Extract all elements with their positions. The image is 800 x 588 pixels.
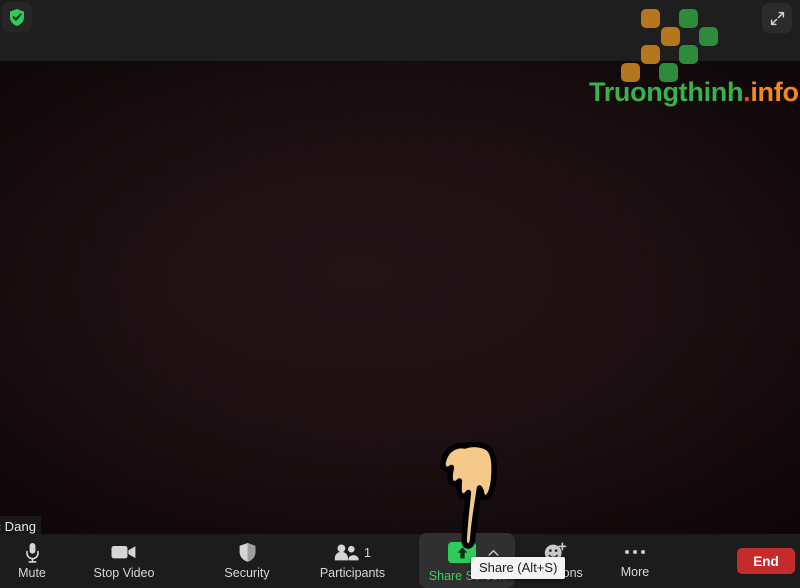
video-stage: uc Dang <box>0 61 800 534</box>
video-camera-icon <box>111 541 137 563</box>
ellipsis-dot <box>641 550 645 554</box>
fullscreen-expand-icon[interactable] <box>762 3 792 33</box>
toolbar-label-more: More <box>620 565 650 579</box>
toolbar-label-mute: Mute <box>18 566 46 580</box>
fullscreen-expand-glyph <box>770 11 784 25</box>
toolbar-item-security[interactable]: Security <box>216 534 278 588</box>
shield-glyph <box>239 542 255 562</box>
microphone-glyph <box>25 542 39 563</box>
shield-check-glyph <box>10 8 24 26</box>
meeting-header-bar <box>0 0 800 61</box>
toolbar-item-stop-video[interactable]: Stop Video <box>89 534 159 588</box>
participant-name-text: uc Dang <box>0 518 37 534</box>
meeting-toolbar: Mute Stop Video Security 1 Participants … <box>0 534 800 588</box>
toolbar-label-security: Security <box>224 566 270 580</box>
ellipsis-icon <box>625 548 645 556</box>
video-vignette <box>0 61 800 534</box>
ellipsis-dot <box>633 550 637 554</box>
share-tooltip: Share (Alt+S) <box>471 557 566 579</box>
microphone-icon <box>24 541 41 563</box>
participant-name-label: uc Dang <box>0 516 42 534</box>
ellipsis-dot <box>625 550 629 554</box>
people-icon: 1 <box>334 541 371 563</box>
people-glyph <box>334 544 359 560</box>
shield-check-icon <box>2 2 32 32</box>
toolbar-item-mute[interactable]: Mute <box>8 534 56 588</box>
zoom-meeting-window: uc Dang Truongthinh.info <box>0 0 800 588</box>
participants-count: 1 <box>363 544 372 560</box>
toolbar-item-more[interactable]: More <box>609 534 661 588</box>
chevron-up-glyph <box>488 550 498 556</box>
share-up-arrow-glyph <box>457 546 467 558</box>
ellipsis-glyph <box>625 550 645 554</box>
share-tooltip-text: Share (Alt+S) <box>479 560 558 575</box>
toolbar-item-participants[interactable]: 1 Participants <box>314 534 391 588</box>
toolbar-label-participants: Participants <box>319 566 386 580</box>
toolbar-label-stop-video: Stop Video <box>93 566 155 580</box>
end-meeting-button[interactable]: End <box>737 548 795 574</box>
shield-icon <box>238 541 257 563</box>
end-meeting-label: End <box>753 553 779 569</box>
video-camera-glyph <box>111 546 136 559</box>
